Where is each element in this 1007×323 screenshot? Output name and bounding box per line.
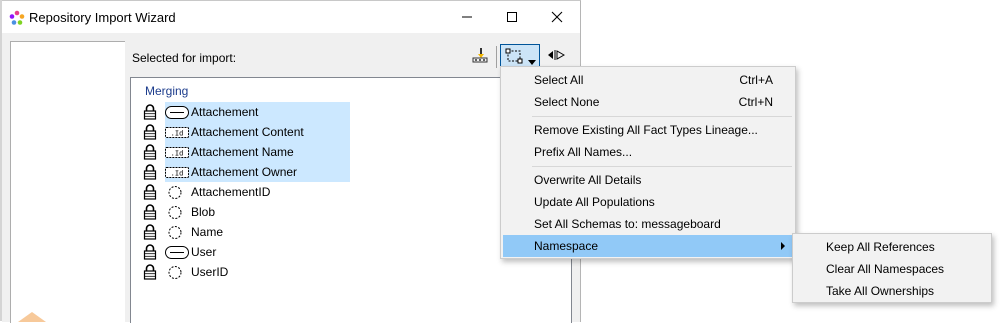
repository-import-wizard-window: Repository Import Wizard Selected for im… bbox=[2, 0, 581, 323]
submenu-item-take-ownerships[interactable]: Take All Ownerships bbox=[795, 280, 990, 302]
svg-text:.Id: .Id bbox=[171, 170, 184, 178]
expand-collapse-button[interactable] bbox=[544, 44, 568, 68]
import-item-row[interactable]: .Id Attachement Content bbox=[131, 122, 551, 142]
import-item-row[interactable]: Blob bbox=[131, 202, 551, 222]
value-type-icon bbox=[165, 186, 189, 199]
menu-item-shortcut: Ctrl+N bbox=[738, 95, 773, 109]
import-item-name: Attachement Name bbox=[191, 145, 294, 159]
select-options-icon bbox=[505, 48, 523, 67]
import-item-name: Attachement bbox=[191, 105, 259, 119]
import-item-row[interactable]: User bbox=[131, 242, 551, 262]
menu-item-remove-lineage[interactable]: Remove Existing All Fact Types Lineage..… bbox=[503, 119, 793, 141]
menu-item-label: Namespace bbox=[534, 239, 599, 253]
import-item-name: Blob bbox=[191, 205, 216, 219]
menu-item-select-none[interactable]: Select None Ctrl+N bbox=[503, 91, 793, 113]
left-tree-pane[interactable] bbox=[10, 41, 125, 323]
chevron-right-icon bbox=[781, 242, 785, 250]
menu-item-label: Update All Populations bbox=[534, 195, 655, 209]
maximize-button[interactable] bbox=[489, 5, 535, 31]
submenu-item-clear-namespaces[interactable]: Clear All Namespaces bbox=[795, 258, 990, 280]
submenu-item-keep-references[interactable]: Keep All References bbox=[795, 236, 990, 258]
menu-item-label: Prefix All Names... bbox=[534, 145, 633, 159]
window-title: Repository Import Wizard bbox=[29, 10, 176, 25]
import-item-name: Attachement Content bbox=[191, 125, 304, 139]
import-item-name: AttachementID bbox=[191, 185, 271, 199]
app-logo-icon bbox=[9, 10, 25, 26]
identifier-entity-icon: .Id bbox=[165, 146, 189, 159]
maximize-icon bbox=[506, 11, 518, 26]
import-item-name: UserID bbox=[191, 265, 229, 279]
value-type-icon bbox=[165, 266, 189, 279]
lock-icon[interactable] bbox=[143, 264, 157, 280]
entity-type-icon bbox=[165, 246, 189, 259]
menu-item-namespace[interactable]: Namespace bbox=[503, 235, 793, 257]
minimize-icon bbox=[461, 11, 473, 26]
minimize-button[interactable] bbox=[444, 5, 490, 31]
submenu-item-label: Clear All Namespaces bbox=[826, 262, 945, 276]
menu-item-label: Select None bbox=[534, 95, 600, 109]
lock-icon[interactable] bbox=[143, 104, 157, 120]
lock-icon[interactable] bbox=[143, 184, 157, 200]
menu-item-label: Set All Schemas to: messageboard bbox=[534, 217, 721, 231]
menu-item-update-populations[interactable]: Update All Populations bbox=[503, 191, 793, 213]
import-item-name: User bbox=[191, 245, 217, 259]
menu-item-label: Select All bbox=[534, 73, 584, 87]
lock-icon[interactable] bbox=[143, 164, 157, 180]
value-type-icon bbox=[165, 206, 189, 219]
lock-icon[interactable] bbox=[143, 204, 157, 220]
merging-group-label: Merging bbox=[145, 84, 189, 98]
import-item-row[interactable]: .Id Attachement Name bbox=[131, 142, 551, 162]
identifier-entity-icon: .Id bbox=[165, 126, 189, 139]
entity-type-icon bbox=[165, 106, 189, 119]
toolbar-separator bbox=[496, 46, 497, 68]
select-options-dropdown-button[interactable] bbox=[500, 44, 540, 68]
identifier-entity-icon: .Id bbox=[165, 166, 189, 179]
expand-collapse-icon bbox=[547, 49, 566, 64]
menu-item-label: Remove Existing All Fact Types Lineage..… bbox=[534, 123, 758, 137]
lock-icon[interactable] bbox=[143, 124, 157, 140]
import-item-row[interactable]: .Id Attachement Owner bbox=[131, 162, 551, 182]
selected-for-import-label: Selected for import: bbox=[132, 51, 237, 65]
run-button[interactable] bbox=[468, 44, 492, 68]
menu-item-label: Overwrite All Details bbox=[534, 173, 642, 187]
svg-text:.Id: .Id bbox=[171, 150, 184, 158]
select-options-menu: Select All Ctrl+A Select None Ctrl+N Rem… bbox=[500, 66, 796, 259]
value-type-icon bbox=[165, 226, 189, 239]
import-item-row[interactable]: AttachementID bbox=[131, 182, 551, 202]
submenu-item-label: Take All Ownerships bbox=[826, 284, 935, 298]
menu-item-overwrite-details[interactable]: Overwrite All Details bbox=[503, 169, 793, 191]
run-icon bbox=[471, 46, 489, 67]
menu-item-set-schemas[interactable]: Set All Schemas to: messageboard bbox=[503, 213, 793, 235]
lock-icon[interactable] bbox=[143, 244, 157, 260]
import-item-row[interactable]: UserID bbox=[131, 262, 551, 282]
import-item-name: Attachement Owner bbox=[191, 165, 298, 179]
close-icon bbox=[551, 11, 563, 26]
menu-item-prefix-names[interactable]: Prefix All Names... bbox=[503, 141, 793, 163]
import-item-row[interactable]: Attachement bbox=[131, 102, 551, 122]
import-item-name: Name bbox=[191, 225, 224, 239]
menu-item-shortcut: Ctrl+A bbox=[739, 73, 773, 87]
svg-text:.Id: .Id bbox=[171, 130, 184, 138]
lock-icon[interactable] bbox=[143, 224, 157, 240]
submenu-item-label: Keep All References bbox=[826, 240, 935, 254]
namespace-submenu: Keep All References Clear All Namespaces… bbox=[792, 233, 992, 303]
close-button[interactable] bbox=[534, 5, 580, 31]
title-bar[interactable]: Repository Import Wizard bbox=[2, 1, 580, 33]
menu-separator bbox=[532, 116, 792, 117]
lock-icon[interactable] bbox=[143, 144, 157, 160]
menu-separator bbox=[532, 166, 792, 167]
import-item-row[interactable]: Name bbox=[131, 222, 551, 242]
menu-item-select-all[interactable]: Select All Ctrl+A bbox=[503, 69, 793, 91]
